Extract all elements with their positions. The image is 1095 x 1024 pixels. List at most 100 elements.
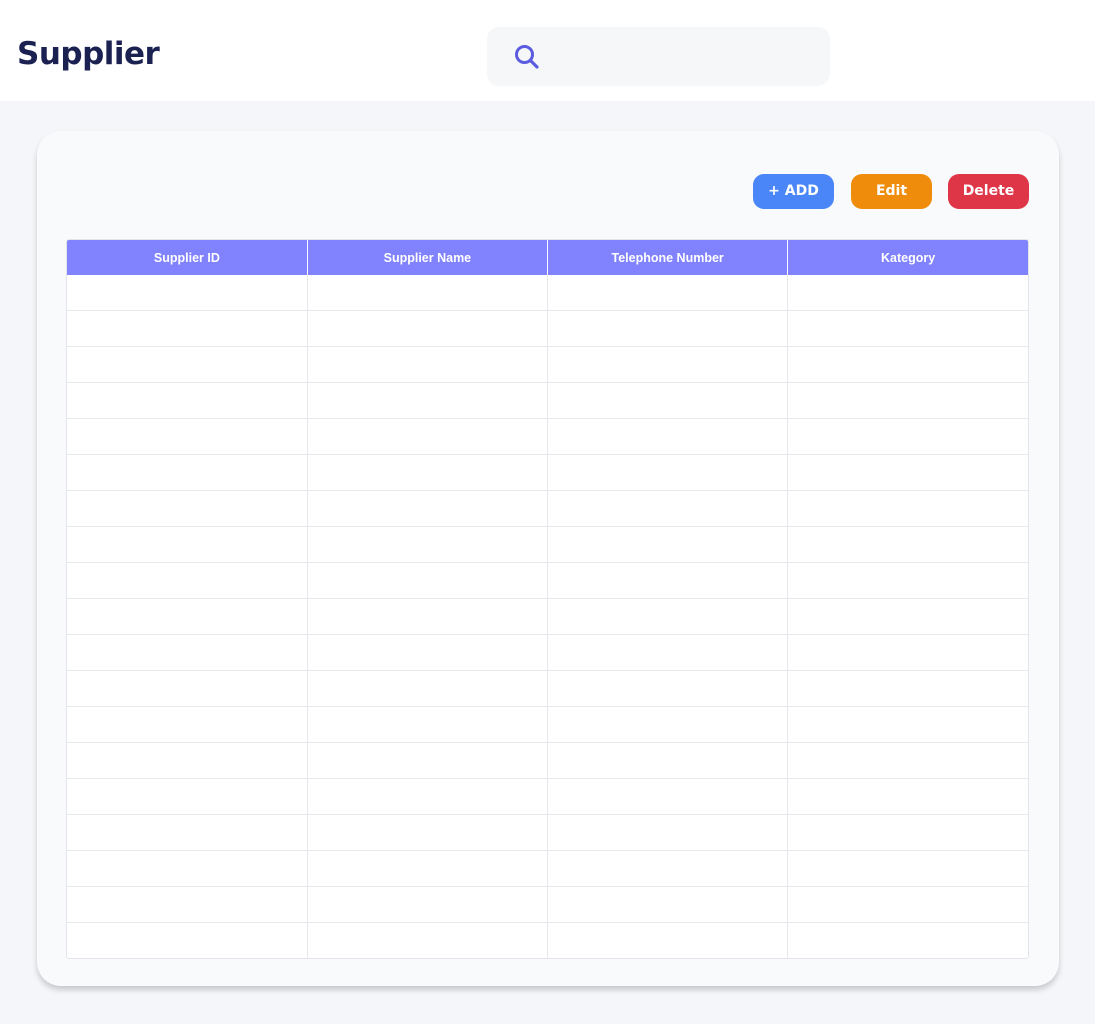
table-cell[interactable]	[307, 634, 549, 671]
table-cell[interactable]	[787, 454, 1028, 491]
table-row[interactable]	[67, 742, 1028, 779]
table-cell[interactable]	[67, 598, 308, 635]
table-cell[interactable]	[547, 526, 789, 563]
table-cell[interactable]	[67, 706, 308, 743]
table-cell[interactable]	[787, 490, 1028, 527]
table-row[interactable]	[67, 418, 1028, 455]
table-cell[interactable]	[307, 310, 549, 347]
table-cell[interactable]	[307, 598, 549, 635]
table-cell[interactable]	[787, 562, 1028, 599]
table-cell[interactable]	[547, 562, 789, 599]
table-row[interactable]	[67, 670, 1028, 707]
table-cell[interactable]	[67, 670, 308, 707]
table-cell[interactable]	[67, 310, 308, 347]
table-cell[interactable]	[307, 454, 549, 491]
table-cell[interactable]	[547, 310, 789, 347]
table-row[interactable]	[67, 526, 1028, 563]
table-cell[interactable]	[547, 490, 789, 527]
table-cell[interactable]	[307, 706, 549, 743]
table-cell[interactable]	[67, 490, 308, 527]
table-row[interactable]	[67, 850, 1028, 887]
table-row[interactable]	[67, 275, 1028, 311]
table-cell[interactable]	[307, 275, 549, 311]
table-cell[interactable]	[67, 526, 308, 563]
table-row[interactable]	[67, 346, 1028, 383]
table-row[interactable]	[67, 886, 1028, 923]
add-button[interactable]: + ADD	[753, 174, 834, 209]
column-header-kategory[interactable]: Kategory	[787, 240, 1028, 275]
table-cell[interactable]	[307, 418, 549, 455]
table-cell[interactable]	[787, 814, 1028, 851]
table-cell[interactable]	[307, 742, 549, 779]
table-cell[interactable]	[547, 814, 789, 851]
table-cell[interactable]	[787, 778, 1028, 815]
table-cell[interactable]	[787, 346, 1028, 383]
table-cell[interactable]	[787, 634, 1028, 671]
table-row[interactable]	[67, 922, 1028, 958]
table-cell[interactable]	[547, 454, 789, 491]
table-cell[interactable]	[67, 418, 308, 455]
table-cell[interactable]	[67, 778, 308, 815]
table-cell[interactable]	[307, 814, 549, 851]
table-cell[interactable]	[547, 598, 789, 635]
table-cell[interactable]	[787, 922, 1028, 958]
table-cell[interactable]	[67, 850, 308, 887]
table-row[interactable]	[67, 814, 1028, 851]
table-cell[interactable]	[547, 742, 789, 779]
table-cell[interactable]	[67, 562, 308, 599]
table-row[interactable]	[67, 562, 1028, 599]
column-header-telephone-number[interactable]: Telephone Number	[547, 240, 789, 275]
table-cell[interactable]	[787, 526, 1028, 563]
table-cell[interactable]	[547, 346, 789, 383]
table-cell[interactable]	[307, 850, 549, 887]
table-cell[interactable]	[787, 382, 1028, 419]
table-cell[interactable]	[547, 922, 789, 958]
table-cell[interactable]	[787, 275, 1028, 311]
table-cell[interactable]	[547, 886, 789, 923]
table-cell[interactable]	[307, 886, 549, 923]
table-cell[interactable]	[67, 454, 308, 491]
table-cell[interactable]	[547, 382, 789, 419]
table-cell[interactable]	[67, 742, 308, 779]
table-cell[interactable]	[547, 778, 789, 815]
table-cell[interactable]	[787, 850, 1028, 887]
edit-button[interactable]: Edit	[851, 174, 932, 209]
table-cell[interactable]	[547, 275, 789, 311]
table-cell[interactable]	[67, 382, 308, 419]
table-row[interactable]	[67, 382, 1028, 419]
table-row[interactable]	[67, 634, 1028, 671]
table-cell[interactable]	[307, 670, 549, 707]
table-row[interactable]	[67, 310, 1028, 347]
search-icon[interactable]	[513, 43, 541, 71]
table-cell[interactable]	[67, 275, 308, 311]
table-row[interactable]	[67, 454, 1028, 491]
table-cell[interactable]	[787, 418, 1028, 455]
table-cell[interactable]	[307, 346, 549, 383]
table-cell[interactable]	[787, 598, 1028, 635]
table-cell[interactable]	[307, 526, 549, 563]
search-bar[interactable]	[487, 27, 830, 88]
table-cell[interactable]	[547, 418, 789, 455]
table-cell[interactable]	[787, 742, 1028, 779]
table-cell[interactable]	[67, 634, 308, 671]
table-cell[interactable]	[67, 922, 308, 958]
table-cell[interactable]	[307, 490, 549, 527]
table-cell[interactable]	[307, 778, 549, 815]
table-cell[interactable]	[67, 886, 308, 923]
table-cell[interactable]	[787, 670, 1028, 707]
table-cell[interactable]	[307, 922, 549, 958]
table-cell[interactable]	[787, 706, 1028, 743]
table-cell[interactable]	[547, 850, 789, 887]
table-cell[interactable]	[547, 670, 789, 707]
table-cell[interactable]	[787, 886, 1028, 923]
table-row[interactable]	[67, 490, 1028, 527]
table-row[interactable]	[67, 598, 1028, 635]
delete-button[interactable]: Delete	[948, 174, 1029, 209]
table-cell[interactable]	[547, 706, 789, 743]
table-row[interactable]	[67, 706, 1028, 743]
table-cell[interactable]	[67, 346, 308, 383]
column-header-supplier-name[interactable]: Supplier Name	[307, 240, 549, 275]
table-cell[interactable]	[307, 382, 549, 419]
column-header-supplier-id[interactable]: Supplier ID	[67, 240, 308, 275]
table-row[interactable]	[67, 778, 1028, 815]
